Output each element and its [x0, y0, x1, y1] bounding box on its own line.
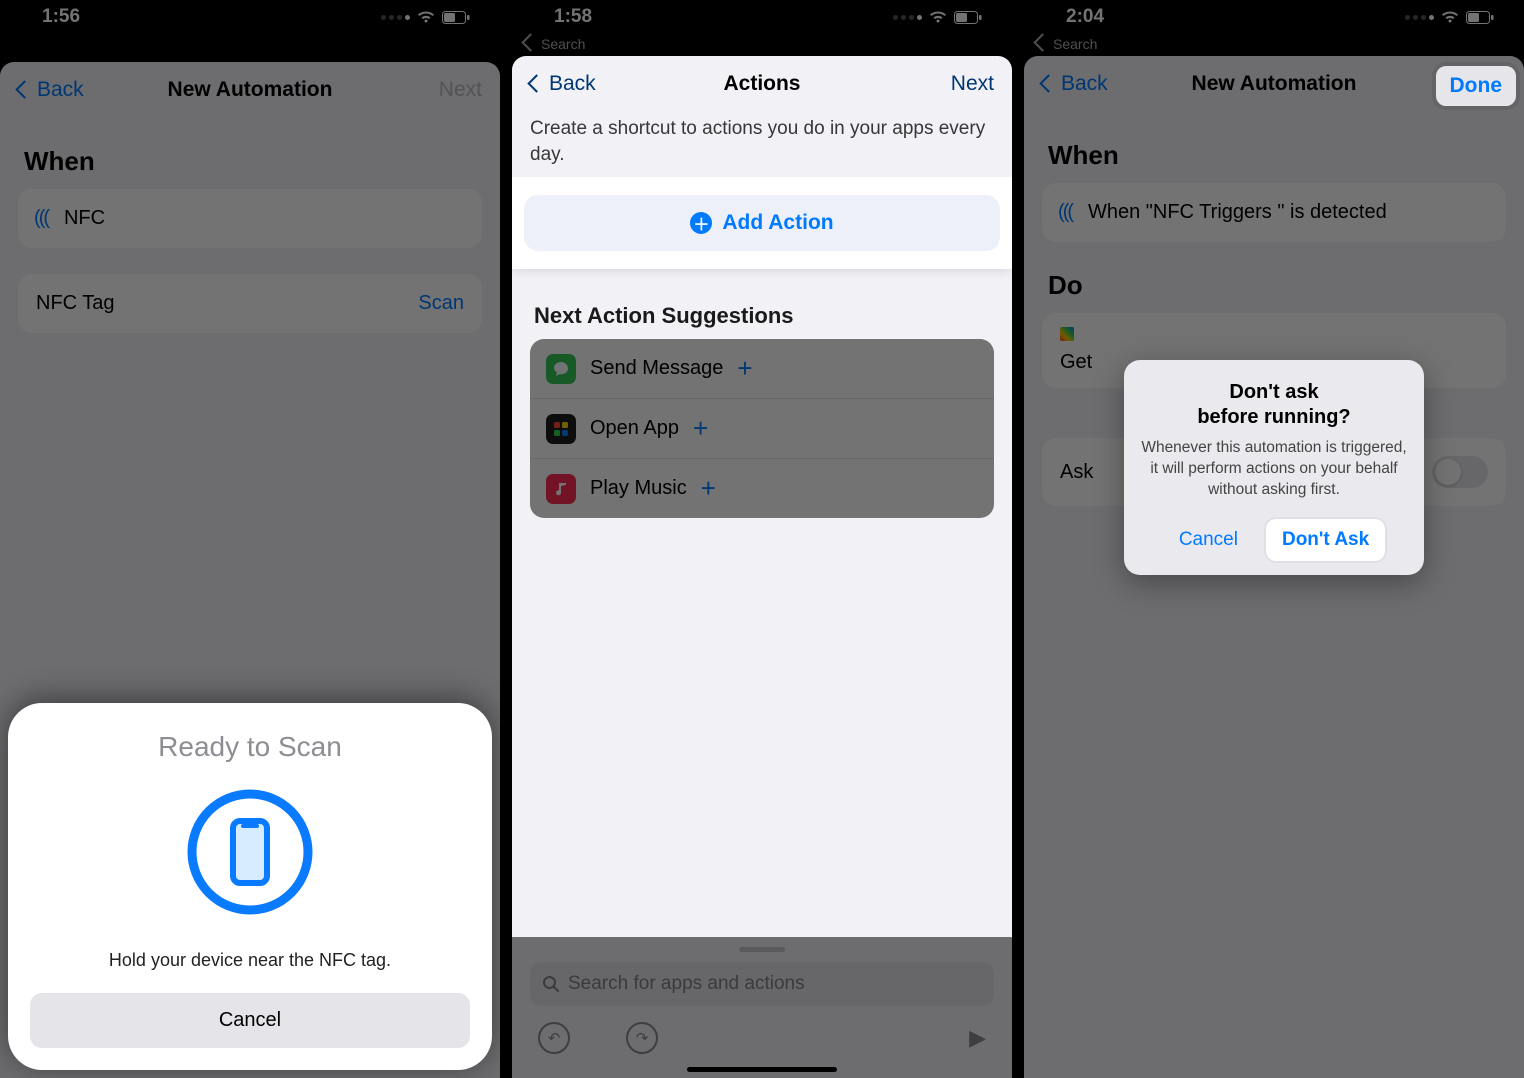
status-bar: 1:58: [512, 0, 1012, 34]
nfc-scan-sheet: Ready to Scan Hold your device near the …: [8, 703, 492, 1070]
home-indicator[interactable]: [687, 1067, 837, 1072]
nav-title: Actions: [723, 72, 800, 96]
when-condition-card[interactable]: ))) When "NFC Triggers " is detected: [1042, 183, 1506, 242]
cell-signal-icon: [1405, 15, 1434, 20]
dimmed-background-2: 1:58 Search: [512, 0, 1012, 58]
nfc-sheet-title: Ready to Scan: [30, 731, 470, 763]
back-button[interactable]: Back: [530, 72, 610, 96]
phone-screen-2: 1:58 Search: [512, 0, 1012, 1078]
chevron-left-icon: [524, 36, 539, 52]
phone-screen-1: 1:56 Back New Automat: [0, 0, 500, 1078]
status-bar: 1:56: [0, 0, 500, 34]
suggestions-header: Next Action Suggestions: [534, 303, 994, 329]
chevron-left-icon: [1036, 36, 1051, 52]
search-icon: [542, 975, 560, 993]
redo-button[interactable]: ↷: [626, 1022, 658, 1054]
nav-title: New Automation: [168, 78, 333, 102]
back-button[interactable]: Back: [18, 78, 98, 102]
battery-icon: [954, 11, 982, 24]
nav-bar: Back Actions Next: [512, 56, 1012, 112]
wifi-icon: [928, 10, 948, 24]
undo-button[interactable]: ↶: [538, 1022, 570, 1054]
status-time: 1:56: [42, 6, 80, 28]
status-icons: [893, 10, 982, 24]
cell-signal-icon: [893, 15, 922, 20]
status-time: 2:04: [1066, 6, 1104, 28]
alert-title: Don't ask before running?: [1140, 380, 1408, 430]
messages-app-icon: [546, 354, 576, 384]
run-button[interactable]: ▶: [969, 1025, 986, 1051]
plus-icon[interactable]: +: [693, 413, 708, 444]
nfc-icon: ))): [1060, 201, 1074, 224]
nfc-trigger-card[interactable]: ))) NFC: [18, 189, 482, 248]
suggestion-send-message[interactable]: Send Message +: [530, 339, 994, 398]
breadcrumb-back[interactable]: Search: [1024, 34, 1524, 58]
status-icons: [381, 10, 470, 24]
alert-cancel-button[interactable]: Cancel: [1163, 519, 1254, 561]
alert-message: Whenever this automation is triggered, i…: [1140, 438, 1408, 501]
status-time: 1:58: [554, 6, 592, 28]
wifi-icon: [416, 10, 436, 24]
nav-title: New Automation: [1192, 72, 1357, 96]
ask-label: Ask: [1060, 461, 1093, 484]
phone-screen-3: 2:04 Search: [1024, 0, 1524, 1078]
alert-confirm-button[interactable]: Don't Ask: [1266, 519, 1385, 561]
nav-bar: Back New Automation Next: [0, 62, 500, 118]
cell-signal-icon: [381, 15, 410, 20]
nfc-phone-icon: [30, 787, 470, 922]
ask-toggle[interactable]: [1432, 456, 1488, 488]
nfc-tag-card: NFC Tag Scan: [18, 274, 482, 333]
scan-link[interactable]: Scan: [418, 292, 464, 315]
add-action-button[interactable]: ＋ Add Action: [524, 195, 1000, 251]
suggestion-play-music[interactable]: Play Music +: [530, 458, 994, 518]
when-header: When: [1048, 140, 1500, 171]
plus-circle-icon: ＋: [690, 212, 712, 234]
done-button[interactable]: Done: [1436, 66, 1517, 106]
when-condition-text: When "NFC Triggers " is detected: [1088, 201, 1488, 224]
wifi-icon: [1440, 10, 1460, 24]
music-app-icon: [546, 474, 576, 504]
plus-icon[interactable]: +: [701, 473, 716, 504]
next-button[interactable]: Next: [914, 72, 994, 96]
nfc-row-label: NFC: [64, 207, 464, 230]
chevron-left-icon: [18, 78, 33, 102]
battery-icon: [442, 11, 470, 24]
status-icons: [1405, 10, 1494, 24]
chevron-left-icon: [1042, 72, 1057, 96]
when-header: When: [24, 146, 476, 177]
intro-text: Create a shortcut to actions you do in y…: [530, 116, 994, 167]
confirm-alert: Don't ask before running? Whenever this …: [1124, 360, 1424, 575]
search-input[interactable]: Search for apps and actions: [530, 962, 994, 1006]
breadcrumb-back[interactable]: Search: [512, 34, 1012, 58]
chevron-left-icon: [530, 72, 545, 96]
suggestions-list: Send Message + Open App +: [530, 339, 994, 518]
open-app-icon: [546, 414, 576, 444]
suggestion-open-app[interactable]: Open App +: [530, 398, 994, 458]
next-button-disabled: Next: [402, 78, 482, 102]
do-header: Do: [1048, 270, 1500, 301]
nfc-icon: ))): [36, 207, 50, 230]
plus-icon[interactable]: +: [737, 353, 752, 384]
add-action-highlight: ＋ Add Action: [512, 177, 1012, 269]
drag-handle[interactable]: [739, 947, 785, 952]
shortcuts-app-icon: [1060, 327, 1074, 341]
nfc-sheet-message: Hold your device near the NFC tag.: [30, 950, 470, 971]
back-button[interactable]: Back: [1042, 72, 1122, 96]
actions-sheet: Back Actions Next Create a shortcut to a…: [512, 56, 1012, 1078]
nfc-tag-label: NFC Tag: [36, 292, 404, 315]
bottom-toolbar: Search for apps and actions ↶ ↷ ▶: [512, 937, 1012, 1078]
battery-icon: [1466, 11, 1494, 24]
status-bar: 2:04: [1024, 0, 1524, 34]
nfc-cancel-button[interactable]: Cancel: [30, 993, 470, 1048]
